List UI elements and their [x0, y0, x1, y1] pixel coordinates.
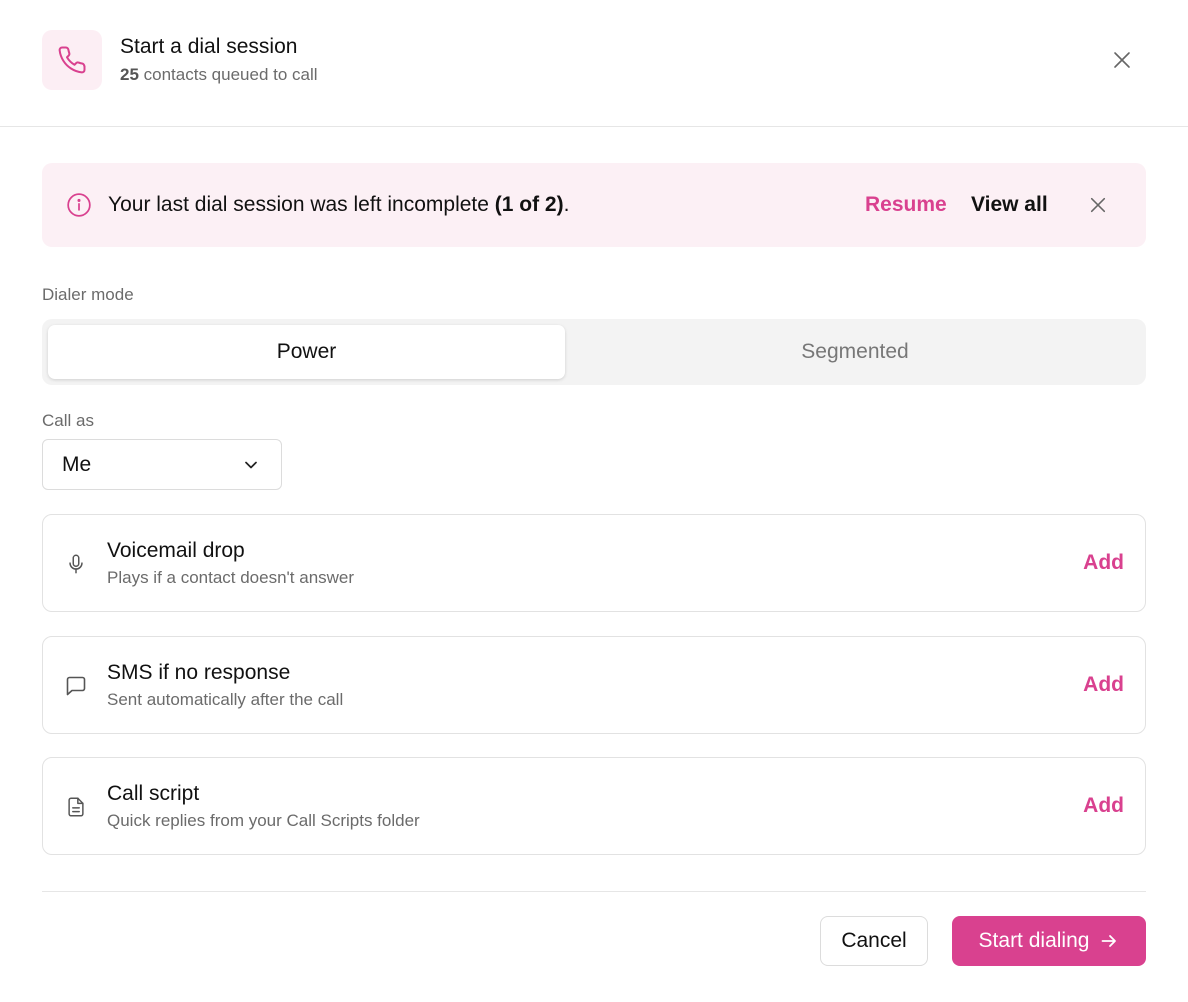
resume-link[interactable]: Resume: [865, 193, 947, 217]
voicemail-drop-card: Voicemail drop Plays if a contact doesn'…: [42, 514, 1146, 612]
phone-icon: [42, 30, 102, 90]
view-all-link[interactable]: View all: [971, 193, 1048, 217]
banner-message: Your last dial session was left incomple…: [108, 193, 569, 217]
start-dialing-label: Start dialing: [978, 929, 1090, 952]
dialer-mode-toggle: Power Segmented: [42, 319, 1146, 385]
call-as-value: Me: [62, 453, 92, 476]
add-call-script-button[interactable]: Add: [1083, 794, 1124, 818]
microphone-icon: [63, 551, 89, 577]
chevron-down-icon: [245, 461, 257, 469]
banner-message-end: .: [563, 193, 570, 216]
banner-close-button[interactable]: [1082, 189, 1114, 221]
dialer-mode-label: Dialer mode: [42, 285, 134, 304]
card-subtitle: Quick replies from your Call Scripts fol…: [107, 811, 420, 830]
modal-title: Start a dial session: [120, 35, 298, 58]
close-icon: [1114, 52, 1130, 68]
cancel-button[interactable]: Cancel: [820, 916, 928, 966]
start-dialing-button[interactable]: Start dialing: [952, 916, 1146, 966]
card-subtitle: Sent automatically after the call: [107, 690, 344, 709]
add-voicemail-button[interactable]: Add: [1083, 551, 1124, 575]
call-as-select[interactable]: Me: [42, 439, 282, 490]
call-as-label: Call as: [42, 411, 94, 430]
modal-close-button[interactable]: [1106, 44, 1138, 76]
info-icon: [66, 192, 92, 218]
banner-message-text: Your last dial session was left incomple…: [108, 193, 495, 216]
modal-subtitle: 25 contacts queued to call: [120, 65, 318, 85]
card-title: Call script: [107, 782, 200, 805]
close-icon: [1090, 197, 1106, 213]
subtitle-text: contacts queued to call: [138, 65, 318, 84]
card-title: Voicemail drop: [107, 539, 245, 562]
add-sms-button[interactable]: Add: [1083, 673, 1124, 697]
document-icon: [63, 794, 89, 820]
incomplete-session-banner: Your last dial session was left incomple…: [42, 163, 1146, 247]
card-subtitle: Plays if a contact doesn't answer: [107, 568, 355, 587]
dialer-mode-segmented[interactable]: Segmented: [582, 325, 1128, 379]
sms-card: SMS if no response Sent automatically af…: [42, 636, 1146, 734]
modal-header: Start a dial session 25 contacts queued …: [0, 0, 1188, 127]
message-icon: [63, 673, 89, 699]
contacts-count: 25: [120, 65, 139, 84]
dialer-mode-power[interactable]: Power: [48, 325, 565, 379]
card-title: SMS if no response: [107, 661, 291, 684]
call-script-card: Call script Quick replies from your Call…: [42, 757, 1146, 855]
footer-divider: [42, 891, 1146, 892]
banner-message-count: (1 of 2): [494, 193, 564, 216]
arrow-right-icon: [1102, 935, 1117, 947]
